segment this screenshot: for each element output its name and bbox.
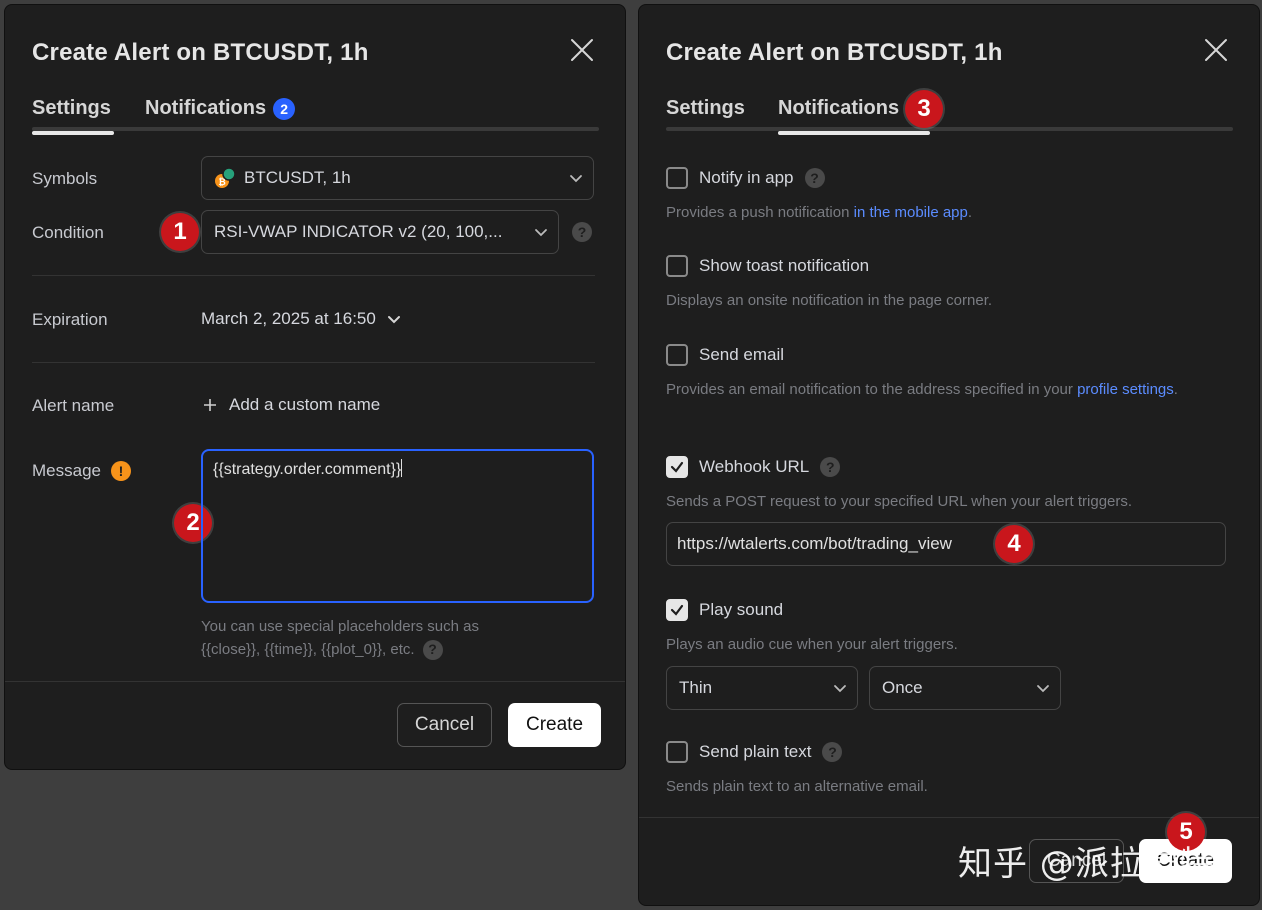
chevron-down-icon <box>570 175 582 183</box>
dialog-tabs: Settings Notifications 2 <box>32 97 599 135</box>
svg-text:₿: ₿ <box>218 177 225 188</box>
webhook-url-input[interactable]: https://wtalerts.com/bot/trading_view <box>666 522 1226 566</box>
warning-icon: ! <box>110 461 131 481</box>
btc-coin-icon: ₿ <box>214 167 236 189</box>
email-description: Provides an email notification to the ad… <box>666 381 1178 398</box>
notify-in-app-description: Provides a push notification in the mobi… <box>666 204 973 221</box>
plain-text-checkbox[interactable] <box>666 741 688 763</box>
add-custom-name-button[interactable]: Add a custom name <box>203 395 380 415</box>
sound-repeat-select[interactable]: Once <box>869 666 1061 710</box>
toast-description: Displays an onsite notification in the p… <box>666 292 993 309</box>
message-label: Message <box>32 461 101 480</box>
toast-checkbox[interactable] <box>666 255 688 277</box>
plain-text-help-icon[interactable]: ? <box>822 742 843 762</box>
condition-label: Condition <box>32 223 104 242</box>
condition-help-icon[interactable]: ? <box>572 222 592 242</box>
webhook-option[interactable]: Webhook URL ? <box>666 456 841 478</box>
condition-select[interactable]: RSI-VWAP INDICATOR v2 (20, 100,... <box>201 210 559 254</box>
mobile-app-link[interactable]: in the mobile app <box>854 204 968 221</box>
tab-settings[interactable]: Settings <box>666 97 745 120</box>
symbols-value: BTCUSDT, 1h <box>244 168 351 187</box>
sound-type-select[interactable]: Thin <box>666 666 858 710</box>
checkmark-icon <box>670 604 684 616</box>
dialog-title: Create Alert on BTCUSDT, 1h <box>32 39 369 66</box>
alert-name-label: Alert name <box>32 396 115 415</box>
chevron-down-icon <box>834 685 846 693</box>
tab-notifications[interactable]: Notifications <box>778 97 930 135</box>
expiration-value: March 2, 2025 at 16:50 <box>201 309 376 328</box>
message-label-row: Message ! <box>32 461 131 481</box>
notify-in-app-option[interactable]: Notify in app ? <box>666 167 825 189</box>
profile-settings-link[interactable]: profile settings <box>1077 381 1174 398</box>
chevron-down-icon <box>387 316 400 324</box>
dialog-title: Create Alert on BTCUSDT, 1h <box>666 39 1003 66</box>
annotation-marker-1: 1 <box>161 213 199 251</box>
chevron-down-icon <box>1037 685 1049 693</box>
notifications-count-badge: 2 <box>273 97 296 120</box>
send-plain-text-option[interactable]: Send plain text ? <box>666 741 843 763</box>
placeholder-help-icon[interactable]: ? <box>422 639 443 660</box>
cancel-button[interactable]: Cancel <box>397 703 492 747</box>
notify-in-app-help-icon[interactable]: ? <box>804 168 825 188</box>
webhook-help-icon[interactable]: ? <box>820 457 841 477</box>
plus-icon <box>204 399 216 411</box>
tab-settings[interactable]: Settings <box>32 97 114 135</box>
tab-notifications[interactable]: Notifications 2 <box>145 97 296 120</box>
create-alert-dialog-settings: Create Alert on BTCUSDT, 1h Settings Not… <box>4 4 626 770</box>
annotation-marker-3: 3 <box>905 90 943 128</box>
zhihu-watermark: 知乎 @派拉蒙特 <box>958 844 1215 884</box>
send-email-option[interactable]: Send email <box>666 344 784 366</box>
close-icon[interactable] <box>569 37 595 63</box>
webhook-checkbox[interactable] <box>666 456 688 478</box>
checkmark-icon <box>670 461 684 473</box>
toast-notification-option[interactable]: Show toast notification <box>666 255 869 277</box>
email-checkbox[interactable] <box>666 344 688 366</box>
plain-text-description: Sends plain text to an alternative email… <box>666 778 928 795</box>
condition-value: RSI-VWAP INDICATOR v2 (20, 100,... <box>214 222 503 241</box>
symbols-label: Symbols <box>32 169 98 188</box>
create-button[interactable]: Create <box>508 703 601 747</box>
close-icon[interactable] <box>1203 37 1229 63</box>
webhook-description: Sends a POST request to your specified U… <box>666 493 1133 510</box>
message-textarea[interactable]: {{strategy.order.comment}} <box>201 449 594 603</box>
symbols-select[interactable]: ₿ BTCUSDT, 1h <box>201 156 594 200</box>
dialog-tabs: Settings Notifications <box>666 97 1233 135</box>
expiration-picker[interactable]: March 2, 2025 at 16:50 <box>201 309 402 329</box>
play-sound-option[interactable]: Play sound <box>666 599 783 621</box>
annotation-marker-4: 4 <box>995 525 1033 563</box>
create-alert-dialog-notifications: Create Alert on BTCUSDT, 1h Settings Not… <box>638 4 1260 906</box>
notify-in-app-checkbox[interactable] <box>666 167 688 189</box>
expiration-label: Expiration <box>32 310 108 329</box>
play-sound-description: Plays an audio cue when your alert trigg… <box>666 636 958 653</box>
message-hint: You can use special placeholders such as… <box>201 618 479 660</box>
play-sound-checkbox[interactable] <box>666 599 688 621</box>
chevron-down-icon <box>535 229 547 237</box>
